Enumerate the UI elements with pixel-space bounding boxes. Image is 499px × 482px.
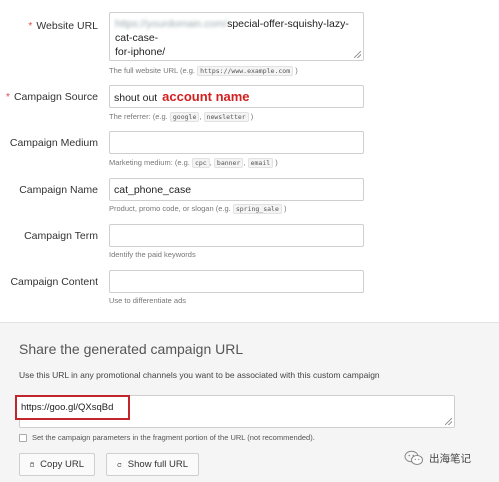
watermark: 出海笔记 <box>404 450 471 466</box>
campaign-source-input[interactable]: shout out account name <box>109 85 364 108</box>
required-mark: * <box>28 20 33 32</box>
resize-handle-icon[interactable] <box>445 418 452 425</box>
fragment-option[interactable]: Set the campaign parameters in the fragm… <box>19 433 315 442</box>
help-example-code: google <box>169 112 200 122</box>
show-full-url-button[interactable]: Show full URL <box>106 453 199 476</box>
campaign-source-label: * Campaign Source <box>5 91 98 103</box>
campaign-url-builder-form: * Website URL https://yourdomain.com/spec… <box>0 0 499 322</box>
campaign-term-help: Identify the paid keywords <box>109 250 196 259</box>
website-url-help: The full website URL (e.g. https://www.e… <box>109 66 298 76</box>
campaign-source-value: shout out <box>114 92 161 104</box>
website-url-field[interactable]: https://yourdomain.com/special-offer-squ… <box>109 12 364 61</box>
website-url-label: * Website URL <box>28 20 98 32</box>
copy-url-button[interactable]: Copy URL <box>19 453 95 476</box>
fragment-option-label: Set the campaign parameters in the fragm… <box>32 433 315 442</box>
help-example-code: email <box>247 158 274 168</box>
copy-url-label: Copy URL <box>40 459 84 470</box>
watermark-text: 出海笔记 <box>429 452 471 465</box>
account-name-annotation: account name <box>162 89 250 104</box>
clipboard-icon <box>30 462 34 467</box>
campaign-term-label: Campaign Term <box>24 230 98 242</box>
share-title: Share the generated campaign URL <box>19 341 244 357</box>
campaign-medium-label: Campaign Medium <box>9 137 98 149</box>
campaign-content-help: Use to differentiate ads <box>109 296 186 305</box>
campaign-name-help: Product, promo code, or slogan (e.g. spr… <box>109 204 287 214</box>
campaign-source-help: The referrer: (e.g. google, newsletter ) <box>109 112 254 122</box>
help-example-code: https://www.example.com <box>197 66 294 76</box>
campaign-content-input[interactable] <box>109 270 364 293</box>
campaign-name-label: Campaign Name <box>19 184 98 196</box>
wechat-icon <box>404 450 423 465</box>
help-example-code: spring_sale <box>232 204 282 214</box>
fragment-checkbox[interactable] <box>19 433 27 442</box>
campaign-medium-help: Marketing medium: (e.g. cpc, banner, ema… <box>109 158 278 168</box>
campaign-medium-input[interactable] <box>109 131 364 154</box>
website-url-domain: https://yourdomain.com/ <box>115 18 228 30</box>
help-example-code: banner <box>213 158 244 168</box>
help-example-code: newsletter <box>203 112 249 122</box>
required-mark: * <box>5 91 10 103</box>
website-url-path-continued: for-iphone/ <box>115 46 166 58</box>
campaign-term-input[interactable] <box>109 224 364 247</box>
resize-handle-icon[interactable] <box>354 51 361 58</box>
campaign-content-label: Campaign Content <box>10 276 98 288</box>
campaign-name-input[interactable]: cat_phone_case <box>109 178 364 201</box>
help-example-code: cpc <box>191 158 210 168</box>
refresh-icon <box>117 462 122 467</box>
show-full-url-label: Show full URL <box>127 459 188 470</box>
generated-url-highlight[interactable]: https://goo.gl/QXsqBd <box>15 395 130 420</box>
share-description: Use this URL in any promotional channels… <box>19 370 380 380</box>
